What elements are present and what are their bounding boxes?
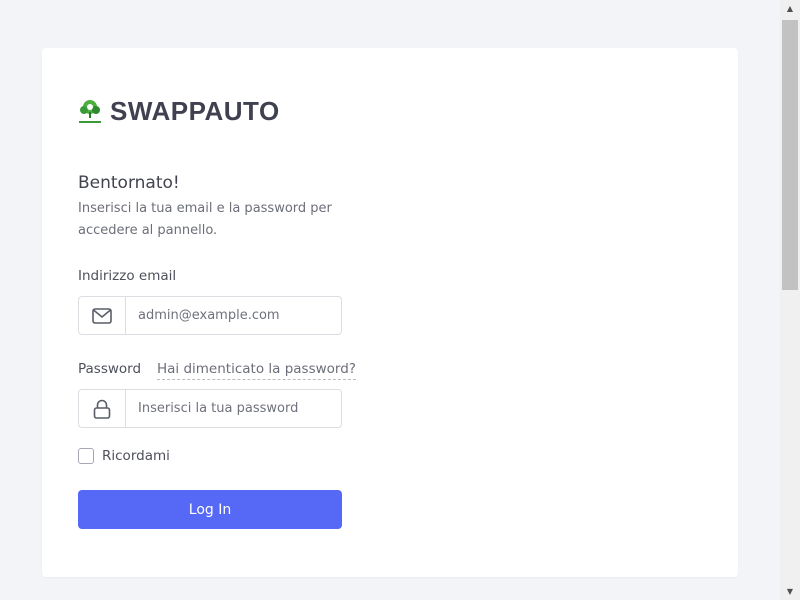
remember-me[interactable]: Ricordami <box>78 448 170 464</box>
login-button[interactable]: Log In <box>78 490 342 529</box>
brand-name: SWAPPAUTO <box>110 96 280 126</box>
page: SWAPPAUTO Bentornato! Inserisci la tua e… <box>0 0 800 600</box>
welcome-subtitle: Inserisci la tua email e la password per… <box>78 201 332 238</box>
remember-label: Ricordami <box>102 448 170 464</box>
password-input[interactable] <box>126 390 341 427</box>
password-input-group <box>78 389 342 428</box>
scroll-down-arrow-icon[interactable]: ▼ <box>780 583 800 600</box>
password-label: Password <box>78 361 142 377</box>
envelope-icon <box>79 297 126 334</box>
email-label: Indirizzo email <box>78 268 177 284</box>
email-input-group <box>78 296 342 335</box>
email-input[interactable] <box>126 297 341 334</box>
vertical-scrollbar[interactable]: ▲ ▼ <box>780 0 800 600</box>
scroll-thumb[interactable] <box>782 20 798 290</box>
scroll-up-arrow-icon[interactable]: ▲ <box>780 0 800 17</box>
brand: SWAPPAUTO <box>78 96 280 127</box>
remember-checkbox[interactable] <box>78 448 94 464</box>
lock-icon <box>79 390 126 427</box>
welcome-heading: Bentornato! <box>78 173 180 193</box>
login-card: SWAPPAUTO Bentornato! Inserisci la tua e… <box>42 48 738 577</box>
forgot-password-link[interactable]: Hai dimenticato la password? <box>157 361 356 380</box>
tree-logo-icon <box>78 98 102 126</box>
